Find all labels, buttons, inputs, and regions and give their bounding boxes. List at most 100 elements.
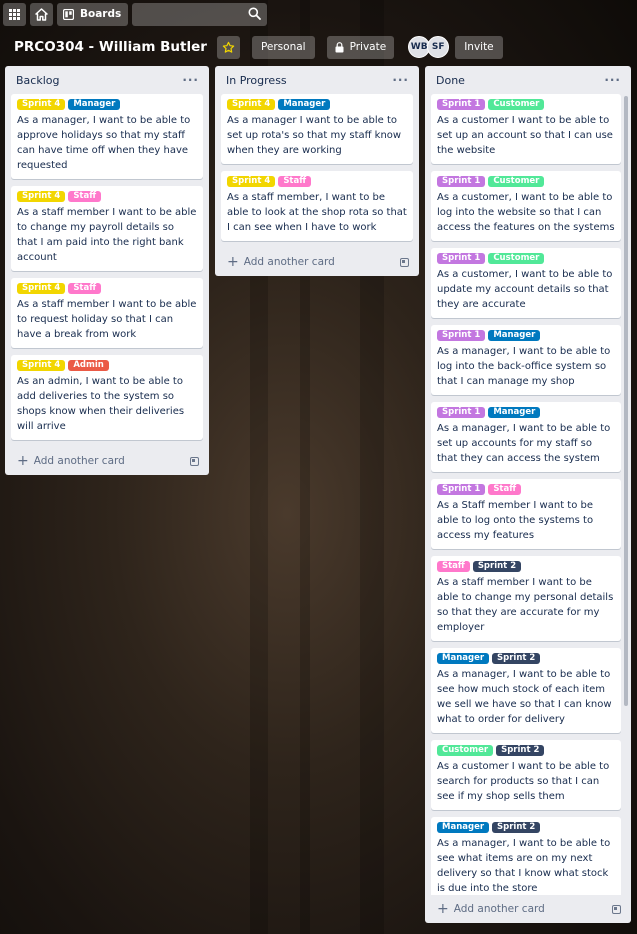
card-label: Sprint 4 [227,99,276,110]
list-menu-icon[interactable]: ··· [182,73,199,87]
boards-icon [63,8,74,20]
card-label: Admin [68,360,109,371]
add-card-button[interactable]: + Add another card [215,248,419,276]
list-header[interactable]: Backlog ··· [5,66,209,94]
card[interactable]: Sprint 4 Manager As a manager I want to be… [221,94,413,164]
grid-icon [9,8,20,20]
add-card-button[interactable]: + Add another card [5,447,209,475]
card-labels: Sprint 1 Customer [437,253,615,264]
card-labels: Manager Sprint 2 [437,653,615,664]
card[interactable]: Sprint 1 Staff As a Staff member I want to… [431,479,621,549]
boards-button[interactable]: Boards [57,2,129,26]
card-title: As a manager, I want to be able to see w… [437,838,611,894]
card-title: As a manager, I want to be able to see h… [437,669,612,725]
list-scrollbar[interactable] [624,96,628,706]
card-template-icon[interactable] [612,904,621,914]
home-button[interactable] [30,2,53,26]
card-labels: Sprint 1 Staff [437,484,615,495]
plus-icon: + [437,901,449,917]
card-title: As a staff member I want to be able to c… [17,207,197,263]
invite-button[interactable]: Invite [455,35,503,59]
card-title: As a manager, I want to be able to appro… [17,115,191,171]
list-header[interactable]: In Progress ··· [215,66,419,94]
privacy-label: Private [349,41,387,53]
avatar[interactable]: SF [427,36,450,58]
card-title: As a customer I want to be able to searc… [437,761,610,802]
card-label: Sprint 2 [496,745,545,756]
add-card-label: Add another card [453,903,545,915]
home-icon [35,7,48,21]
card-label: Sprint 1 [437,253,486,264]
card-title: As a Staff member I want to be able to l… [437,500,594,541]
list-menu-icon[interactable]: ··· [604,73,621,87]
card[interactable]: Sprint 1 Customer As a customer I want to … [431,94,621,164]
card-label: Sprint 2 [492,653,541,664]
card-label: Sprint 1 [437,176,486,187]
list-menu-icon[interactable]: ··· [392,73,409,87]
apps-button[interactable] [3,2,26,26]
card-labels: Sprint 4 Admin [17,360,197,371]
team-visibility-button[interactable]: Personal [251,35,315,59]
card[interactable]: Sprint 4 Staff As a staff member I want to… [11,186,203,271]
card-labels: Staff Sprint 2 [437,561,615,572]
card-title: As a customer, I want to be able to log … [437,192,615,233]
card[interactable]: Sprint 4 Staff As a staff member, I want t… [221,171,413,241]
card-label: Sprint 4 [227,176,276,187]
card[interactable]: Manager Sprint 2 As a manager, I want to b… [431,817,621,895]
list-backlog: Backlog ··· Sprint 4 Manager As a manager,… [5,66,209,475]
add-card-button[interactable]: + Add another card [425,895,631,923]
card-label: Staff [68,283,102,294]
card[interactable]: Sprint 4 Admin As an admin, I want to be a… [11,355,203,440]
list-in-progress: In Progress ··· Sprint 4 Manager As a mana… [215,66,419,276]
search-input[interactable] [132,2,268,26]
card[interactable]: Sprint 1 Customer As a customer, I want to… [431,171,621,241]
card-container: Sprint 1 Customer As a customer I want to … [425,94,631,895]
card-label: Sprint 1 [437,407,486,418]
card-template-icon[interactable] [190,456,199,466]
card-label: Sprint 1 [437,99,486,110]
card[interactable]: Manager Sprint 2 As a manager, I want to b… [431,648,621,733]
card[interactable]: Sprint 4 Staff As a staff member I want to… [11,278,203,348]
card-label: Manager [68,99,121,110]
card-title: As a customer I want to be able to set u… [437,115,613,156]
search-icon[interactable] [248,7,262,20]
card[interactable]: Sprint 1 Manager As a manager, I want to b… [431,402,621,472]
list-header[interactable]: Done ··· [425,66,631,94]
card-label: Sprint 4 [17,191,66,202]
privacy-button[interactable]: Private [326,35,395,59]
card-labels: Sprint 4 Staff [17,283,197,294]
card-label: Sprint 1 [437,330,486,341]
card-title: As a staff member, I want to be able to … [227,192,407,233]
card-label: Sprint 4 [17,99,66,110]
card[interactable]: Staff Sprint 2 As a staff member I want to… [431,556,621,641]
board-title[interactable]: PRCO304 - William Butler [14,39,207,55]
card-title: As a manager I want to be able to set up… [227,115,402,156]
card-template-icon[interactable] [400,257,409,267]
list-title[interactable]: Done [436,74,465,87]
card-title: As an admin, I want to be able to add de… [17,376,185,432]
card-label: Sprint 4 [17,360,66,371]
card-title: As a staff member I want to be able to c… [437,577,614,633]
card[interactable]: Sprint 4 Manager As a manager, I want to b… [11,94,203,179]
board-header: PRCO304 - William Butler Personal Privat… [0,34,637,60]
card-label: Customer [437,745,494,756]
card[interactable]: Sprint 1 Customer As a customer, I want to… [431,248,621,318]
card-title: As a staff member I want to be able to r… [17,299,197,340]
card-label: Manager [488,407,541,418]
card[interactable]: Sprint 1 Manager As a manager, I want to b… [431,325,621,395]
list-title[interactable]: Backlog [16,74,59,87]
card-label: Manager [437,653,490,664]
list-title[interactable]: In Progress [226,74,287,87]
card[interactable]: Customer Sprint 2 As a customer I want to … [431,740,621,810]
star-button[interactable] [216,35,240,59]
card-labels: Sprint 4 Staff [227,176,407,187]
card-labels: Sprint 1 Customer [437,99,615,110]
add-card-label: Add another card [243,256,335,268]
card-label: Staff [68,191,102,202]
boards-label: Boards [80,8,122,20]
card-labels: Customer Sprint 2 [437,745,615,756]
card-label: Staff [488,484,522,495]
card-labels: Sprint 1 Customer [437,176,615,187]
member-avatars: WB SF [408,36,450,58]
card-label: Manager [488,330,541,341]
